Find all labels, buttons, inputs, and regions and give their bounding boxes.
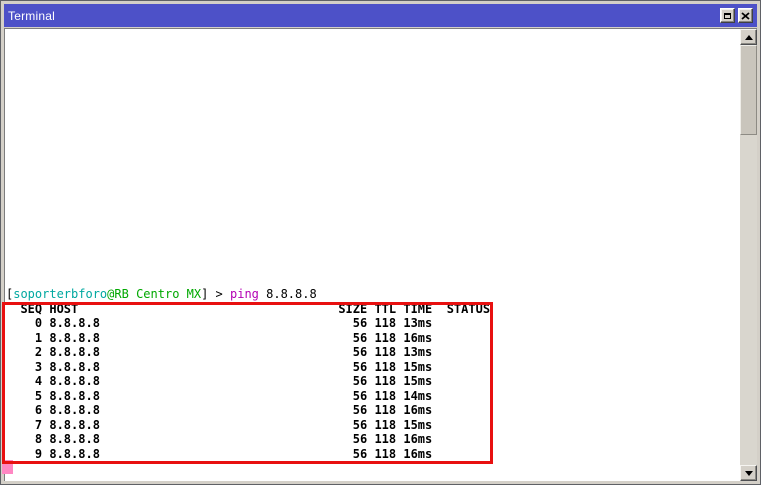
prompt-argument: 8.8.8.8 (259, 287, 317, 301)
terminal-window: Terminal [soporterbforo@RB Centro MX] > … (0, 0, 761, 485)
close-button[interactable] (738, 8, 753, 23)
arrow-down-icon (745, 471, 753, 476)
titlebar-buttons (720, 8, 753, 23)
terminal-output-area: [soporterbforo@RB Centro MX] > ping 8.8.… (6, 287, 490, 462)
scrollbar-thumb[interactable] (740, 45, 757, 135)
prompt-router-identity: RB Centro MX (114, 287, 201, 301)
restore-icon (724, 13, 731, 19)
titlebar[interactable]: Terminal (4, 4, 757, 27)
window-title: Terminal (8, 9, 55, 23)
close-icon (741, 12, 750, 20)
arrow-up-icon (745, 35, 753, 40)
ping-output: SEQ HOST SIZE TTL TIME STATUS 0 8.8.8.8 … (6, 302, 490, 461)
scroll-down-button[interactable] (740, 465, 757, 481)
restore-button[interactable] (720, 8, 735, 23)
scroll-up-button[interactable] (740, 29, 757, 45)
scrollbar-track[interactable] (740, 45, 757, 465)
prompt-username: soporterbforo (13, 287, 107, 301)
vertical-scrollbar[interactable] (740, 29, 757, 481)
prompt-line: [soporterbforo@RB Centro MX] > ping 8.8.… (6, 287, 317, 301)
prompt-caret: ] > (201, 287, 230, 301)
terminal-console[interactable]: [soporterbforo@RB Centro MX] > ping 8.8.… (4, 28, 757, 481)
prompt-command: ping (230, 287, 259, 301)
